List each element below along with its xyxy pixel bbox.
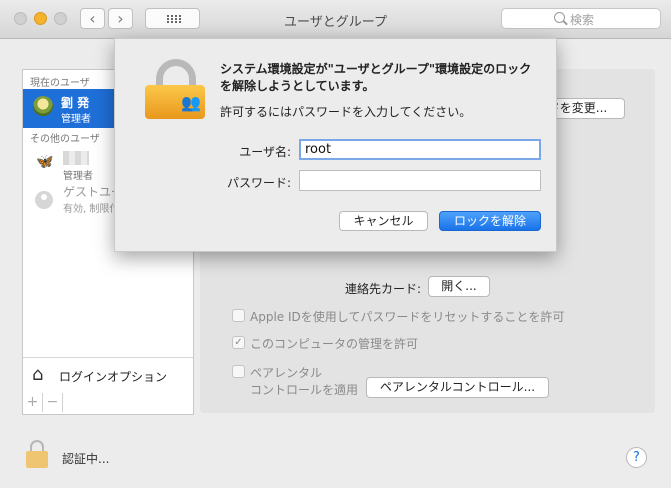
auth-prompt: 許可するにはパスワードを入力してください。 [220, 105, 472, 119]
guest-name: ゲストユーザ [63, 185, 115, 199]
username-label: ユーザ名: [239, 145, 291, 159]
preferences-window: ‹ › ユーザとグループ 検索 現在のユーザ 劉 発 管理者 その他のユーザ 🦋… [0, 0, 671, 488]
apple-id-reset-label: Apple IDを使用してパスワードをリセットすることを許可 [250, 310, 565, 324]
house-icon: ⌂ [32, 364, 44, 385]
remove-user-button[interactable]: − [43, 393, 63, 412]
search-placeholder: 検索 [570, 13, 595, 27]
unlock-button[interactable]: ロックを解除 [439, 211, 541, 231]
allow-admin-label: このコンピュータの管理を許可 [250, 337, 419, 351]
auth-status: 認証中... [62, 452, 110, 466]
apple-id-reset-checkbox[interactable] [232, 309, 245, 322]
guest-avatar-icon [35, 191, 53, 209]
user-name: 劉 発 [61, 96, 90, 110]
parental-controls-button[interactable]: ペアレンタルコントロール... [366, 377, 549, 398]
parental-label-line1: ペアレンタル [250, 366, 323, 380]
login-options-label: ログインオプション [59, 370, 168, 384]
avatar [33, 96, 53, 116]
title-bar: ‹ › ユーザとグループ 検索 [0, 0, 671, 39]
other-users-header: その他のユーザ [30, 134, 100, 145]
guest-status: 有効, 制限付き [63, 204, 115, 215]
username-field[interactable]: root [299, 139, 541, 160]
lock-icon[interactable] [26, 440, 48, 468]
search-icon [554, 12, 565, 23]
search-input[interactable]: 検索 [501, 8, 661, 29]
lock-users-icon: 👥 [143, 59, 207, 123]
user-name-redacted [63, 151, 89, 165]
password-field[interactable] [299, 170, 541, 191]
butterfly-icon: 🦋 [36, 154, 54, 170]
help-button[interactable]: ? [626, 447, 647, 468]
cancel-button[interactable]: キャンセル [339, 211, 428, 231]
password-label: パスワード: [226, 176, 291, 190]
login-options-item[interactable]: ⌂ ログインオプション [23, 357, 193, 392]
parental-label-line2: コントロールを適用 [250, 383, 359, 397]
add-user-button[interactable]: + [23, 393, 43, 412]
current-users-header: 現在のユーザ [30, 78, 90, 89]
open-contact-button[interactable]: 開く... [428, 276, 490, 297]
auth-message: システム環境設定が"ユーザとグループ"環境設定のロックを解除しようとしています。 [220, 62, 532, 93]
allow-admin-checkbox[interactable]: ✓ [232, 336, 245, 349]
contact-card-label: 連絡先カード: [345, 282, 422, 296]
user-role: 管理者 [61, 114, 91, 125]
user-role: 管理者 [63, 171, 93, 182]
parental-controls-checkbox[interactable] [232, 365, 245, 378]
auth-dialog: 👥 システム環境設定が"ユーザとグループ"環境設定のロックを解除しようとしていま… [114, 38, 557, 252]
